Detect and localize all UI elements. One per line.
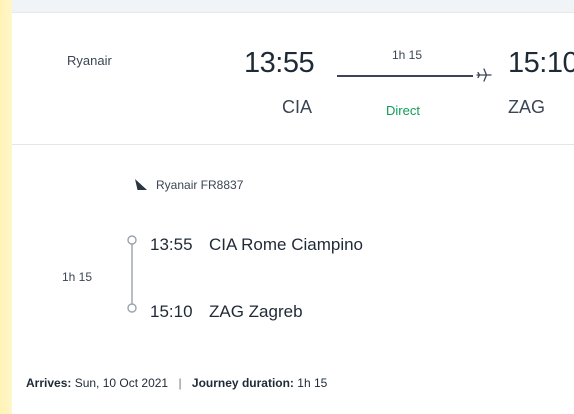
plane-icon [476,68,492,82]
journey-duration-label: Journey duration: [191,376,294,390]
flight-summary[interactable]: Ryanair 13:55 CIA 1h 15 Direct 15:10 ZAG [12,13,574,143]
journey-duration-value: 1h 15 [297,376,328,390]
arrives-label: Arrives: [26,376,72,390]
flight-number: Ryanair FR8837 [156,178,244,192]
arrives-value: Sun, 10 Oct 2021 [74,376,169,390]
arrival-stop-time: 15:10 [150,302,193,321]
route-line [337,75,473,77]
arrival-time: 15:10 [508,47,574,79]
footer-separator: | [178,376,182,390]
segment-duration: 1h 15 [62,270,93,284]
departure-stop-time: 13:55 [150,235,193,254]
flight-duration: 1h 15 [392,48,423,62]
direct-label: Direct [386,103,420,118]
journey-footer: Arrives: Sun, 10 Oct 2021 | Journey dura… [26,376,327,390]
itinerary-timeline [127,235,137,313]
departure-stop-name: CIA Rome Ciampino [209,235,364,254]
arrival-stop-name: ZAG Zagreb [209,302,303,321]
departure-time: 13:55 [244,47,315,79]
flight-card: Ryanair 13:55 CIA 1h 15 Direct 15:10 ZAG… [12,0,574,414]
airline-name: Ryanair [67,53,112,68]
airline-tail-icon [135,179,147,190]
departure-airport-code: CIA [282,97,313,117]
card-top-strip [12,0,574,13]
arrival-airport-code: ZAG [508,97,546,117]
section-divider [12,144,574,145]
